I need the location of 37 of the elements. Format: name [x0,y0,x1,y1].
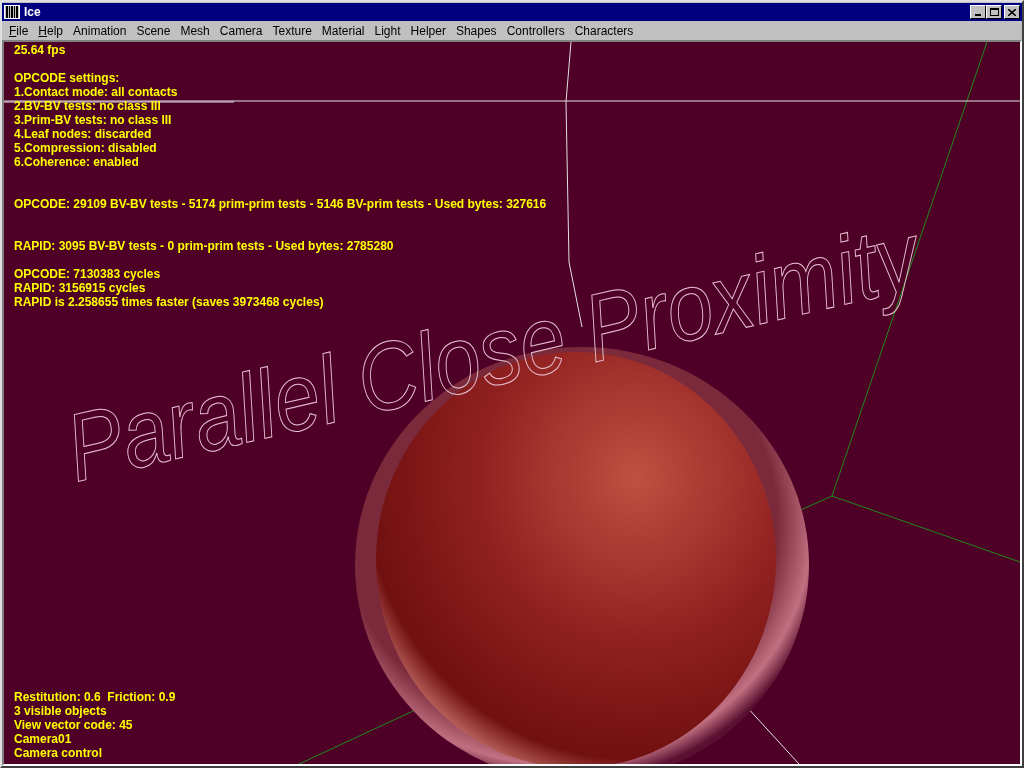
close-button[interactable] [1004,5,1020,19]
info-text: RAPID: 3095 BV-BV tests - 0 prim-prim tests - Used bytes: 2785280 [14,239,394,253]
info-text: OPCODE: 7130383 cycles [14,267,161,281]
info-text: 5.Compression: disabled [14,141,157,155]
info-text: 4.Leaf nodes: discarded [14,127,152,141]
menu-item[interactable]: Helper [405,22,451,39]
menu-item[interactable]: Help [33,22,69,39]
menu-item[interactable]: Camera [214,22,268,39]
info-text: RAPID: 3156915 cycles [14,281,146,295]
info-text: 3 visible objects [14,704,107,718]
menu-item[interactable]: Shapes [450,22,502,39]
info-text: 6.Coherence: enabled [14,155,139,169]
info-text: OPCODE: 29109 BV-BV tests - 5174 prim-prim tests - 5146 BV-prim tests - Used bytes: 327616 [14,197,547,211]
info-text: Restitution: 0.6 Friction: 0.9 [14,690,176,704]
maximize-button[interactable] [986,5,1002,19]
info-text: Camera01 [14,732,72,746]
menu-item[interactable]: Texture [267,22,317,39]
menu-item[interactable]: Material [316,22,370,39]
window-title: Ice [24,4,42,21]
close-icon [1008,8,1016,16]
info-text: RAPID is 2.258655 times faster (saves 3973468 cycles) [14,295,324,309]
info-text: 3.Prim-BV tests: no class III [14,113,172,127]
info-text: 2.BV-BV tests: no class III [14,99,161,113]
info-text: View vector code: 45 [14,718,133,732]
menu-item[interactable]: Animation [68,22,132,39]
info-text: Camera control [14,746,103,760]
info-text: 25.64 fps [14,43,66,57]
minimize-button[interactable] [970,5,986,19]
info-text: OPCODE settings: [14,71,120,85]
menu-item[interactable]: Scene [131,22,176,39]
info-text: 1.Contact mode: all contacts [14,85,178,99]
menu-item[interactable]: File [4,22,34,39]
menu-item[interactable]: Mesh [175,22,215,39]
menu-item[interactable]: Characters [569,22,639,39]
menu-item[interactable]: Controllers [501,22,570,39]
app-icon [4,5,20,19]
menu-item[interactable]: Light [369,22,406,39]
